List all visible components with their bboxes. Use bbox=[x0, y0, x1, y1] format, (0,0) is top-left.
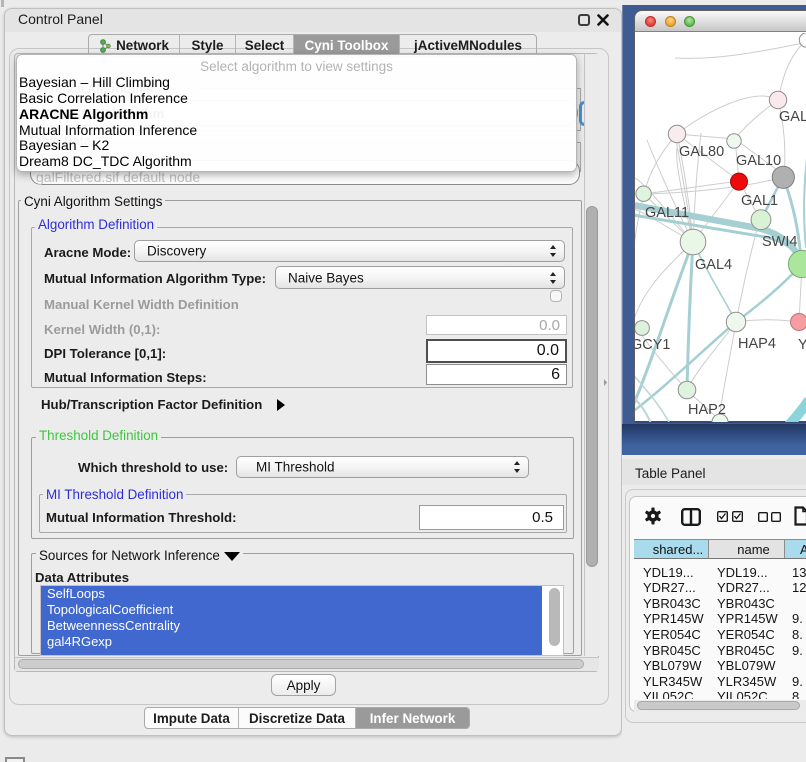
svg-text:GAL10: GAL10 bbox=[736, 153, 781, 169]
svg-text:GAL4: GAL4 bbox=[695, 257, 732, 273]
svg-text:SWI4: SWI4 bbox=[762, 234, 797, 250]
svg-text:GAL2: GAL2 bbox=[779, 109, 806, 125]
svg-text:YER: YER bbox=[798, 337, 806, 353]
svg-text:GAL1: GAL1 bbox=[741, 193, 778, 209]
svg-text:GAL80: GAL80 bbox=[679, 144, 724, 160]
svg-text:GCY1: GCY1 bbox=[635, 337, 671, 353]
svg-text:HAP4: HAP4 bbox=[738, 336, 776, 352]
svg-text:HAP2: HAP2 bbox=[688, 402, 726, 418]
svg-text:GAL11: GAL11 bbox=[645, 205, 689, 221]
